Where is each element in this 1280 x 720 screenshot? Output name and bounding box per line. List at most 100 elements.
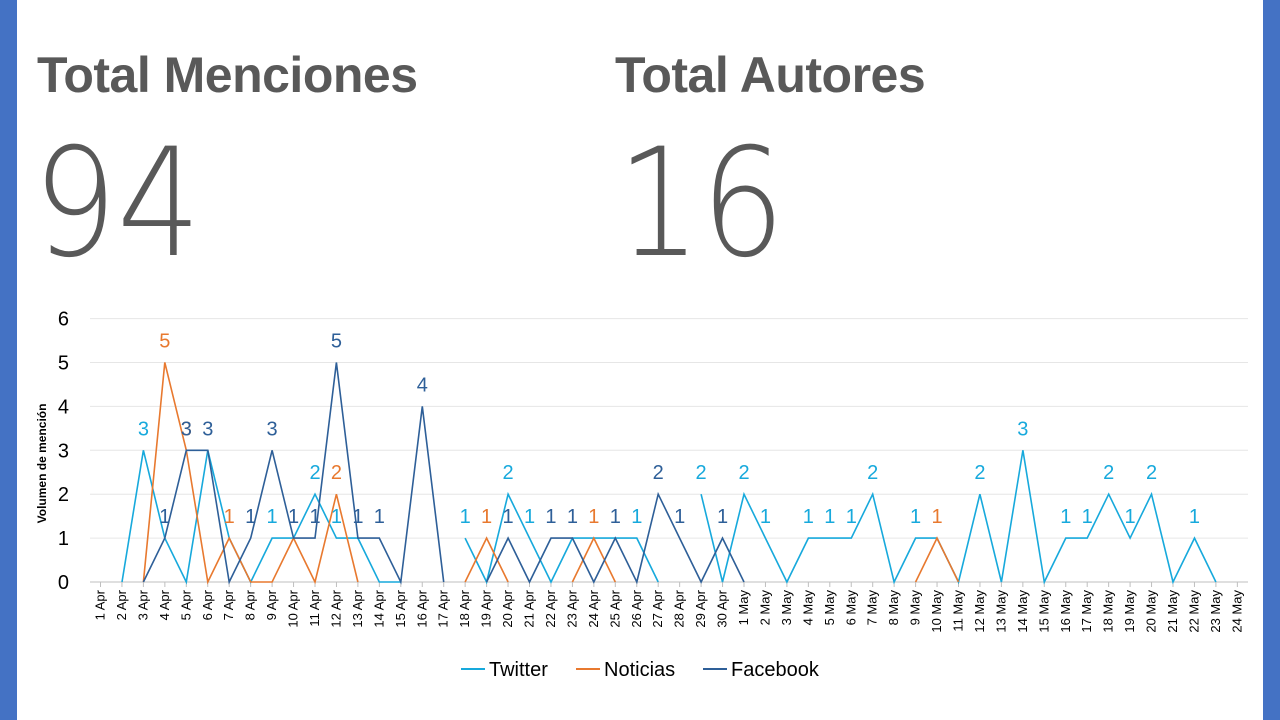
mentions-line-chart: 01234561 Apr 2 Apr 3 Apr 4 Apr 5 Apr 6 Apr 7 A…	[35, 309, 1248, 681]
data-label: 2	[331, 462, 342, 484]
data-label: 4	[417, 374, 428, 396]
x-tick-label: 15 Apr	[393, 589, 408, 627]
series-line-noticias	[571, 536, 617, 583]
data-label: 1	[524, 506, 535, 528]
legend-label-twitter: Twitter	[489, 659, 548, 681]
x-tick-label: 29 Apr	[693, 589, 708, 627]
data-label: 2	[867, 462, 878, 484]
y-tick-label: 2	[58, 484, 69, 506]
data-label: 1	[567, 506, 578, 528]
x-tick-label: 27 Apr	[650, 589, 665, 627]
x-tick-label: 2 Apr	[114, 589, 129, 620]
x-tick-label: 17 May	[1079, 590, 1094, 633]
data-label: 1	[1125, 506, 1136, 528]
data-label: 1	[309, 506, 320, 528]
x-tick-label: 10 May	[929, 590, 944, 633]
data-label: 1	[374, 506, 385, 528]
y-tick-label: 4	[58, 396, 69, 418]
x-tick-label: 7 Apr	[221, 589, 236, 620]
x-tick-label: 8 May	[886, 590, 901, 626]
x-tick-label: 23 May	[1208, 590, 1223, 633]
data-label: 1	[1189, 506, 1200, 528]
x-tick-label: 30 Apr	[715, 589, 730, 627]
data-label: 1	[1060, 506, 1071, 528]
series-line-facebook	[142, 362, 445, 585]
data-label: 3	[202, 418, 213, 440]
x-tick-label: 15 May	[1036, 590, 1051, 633]
legend-label-facebook: Facebook	[731, 659, 820, 681]
data-label: 1	[846, 506, 857, 528]
data-label: 1	[910, 506, 921, 528]
data-label: 2	[309, 462, 320, 484]
x-tick-label: 18 Apr	[457, 589, 472, 627]
y-tick-label: 5	[58, 353, 69, 375]
data-label: 2	[1146, 462, 1157, 484]
data-label: 1	[1082, 506, 1093, 528]
data-label: 1	[288, 506, 299, 528]
data-label: 1	[224, 506, 235, 528]
y-tick-label: 0	[58, 572, 69, 594]
x-tick-label: 20 Apr	[500, 589, 515, 627]
x-tick-label: 18 May	[1101, 590, 1116, 633]
data-label: 1	[331, 506, 342, 528]
x-tick-label: 13 May	[993, 590, 1008, 633]
data-label: 1	[481, 506, 492, 528]
data-label: 3	[138, 418, 149, 440]
x-tick-label: 26 Apr	[629, 589, 644, 627]
x-tick-label: 28 Apr	[672, 589, 687, 627]
series-line-twitter	[700, 450, 1217, 585]
data-label: 1	[824, 506, 835, 528]
data-label: 1	[631, 506, 642, 528]
data-label: 1	[545, 506, 556, 528]
data-label: 3	[267, 418, 278, 440]
data-label: 1	[610, 506, 621, 528]
data-label: 1	[245, 506, 256, 528]
x-tick-label: 5 May	[822, 590, 837, 626]
data-label: 1	[931, 506, 942, 528]
x-tick-label: 21 May	[1165, 590, 1180, 633]
x-tick-label: 10 Apr	[286, 589, 301, 627]
data-label: 5	[331, 331, 342, 353]
data-label: 3	[1017, 418, 1028, 440]
x-tick-label: 9 May	[908, 590, 923, 626]
data-label: 1	[352, 506, 363, 528]
x-tick-label: 13 Apr	[350, 589, 365, 627]
data-label: 2	[974, 462, 985, 484]
x-tick-label: 8 Apr	[243, 589, 258, 620]
x-tick-label: 19 Apr	[479, 589, 494, 627]
x-tick-label: 12 May	[972, 590, 987, 633]
data-label: 1	[460, 506, 471, 528]
y-tick-label: 6	[58, 309, 69, 331]
x-tick-label: 4 Apr	[157, 589, 172, 620]
x-tick-label: 1 May	[736, 590, 751, 626]
x-tick-label: 22 Apr	[543, 589, 558, 627]
data-label: 1	[588, 506, 599, 528]
x-tick-label: 23 Apr	[564, 589, 579, 627]
x-tick-label: 17 Apr	[436, 589, 451, 627]
data-label: 2	[696, 462, 707, 484]
y-axis-label: Volumen de mención	[35, 404, 49, 524]
x-tick-label: 4 May	[800, 590, 815, 626]
data-label: 1	[803, 506, 814, 528]
x-tick-label: 3 Apr	[135, 589, 150, 620]
x-tick-label: 16 Apr	[414, 589, 429, 627]
x-tick-label: 5 Apr	[178, 589, 193, 620]
x-tick-label: 14 May	[1015, 590, 1030, 633]
data-label: 1	[502, 506, 513, 528]
x-tick-label: 14 Apr	[371, 589, 386, 627]
x-tick-label: 9 Apr	[264, 589, 279, 620]
x-tick-label: 25 Apr	[607, 589, 622, 627]
x-tick-label: 7 May	[865, 590, 880, 626]
x-tick-label: 24 Apr	[586, 589, 601, 627]
x-tick-label: 21 Apr	[522, 589, 537, 627]
x-tick-label: 2 May	[757, 590, 772, 626]
data-label: 2	[1103, 462, 1114, 484]
series-line-noticias	[142, 362, 359, 585]
data-label: 1	[159, 506, 170, 528]
data-label: 1	[267, 506, 278, 528]
y-tick-label: 1	[58, 528, 69, 550]
data-label: 2	[738, 462, 749, 484]
data-label: 1	[674, 506, 685, 528]
data-label: 1	[717, 506, 728, 528]
series-line-noticias	[914, 536, 960, 583]
